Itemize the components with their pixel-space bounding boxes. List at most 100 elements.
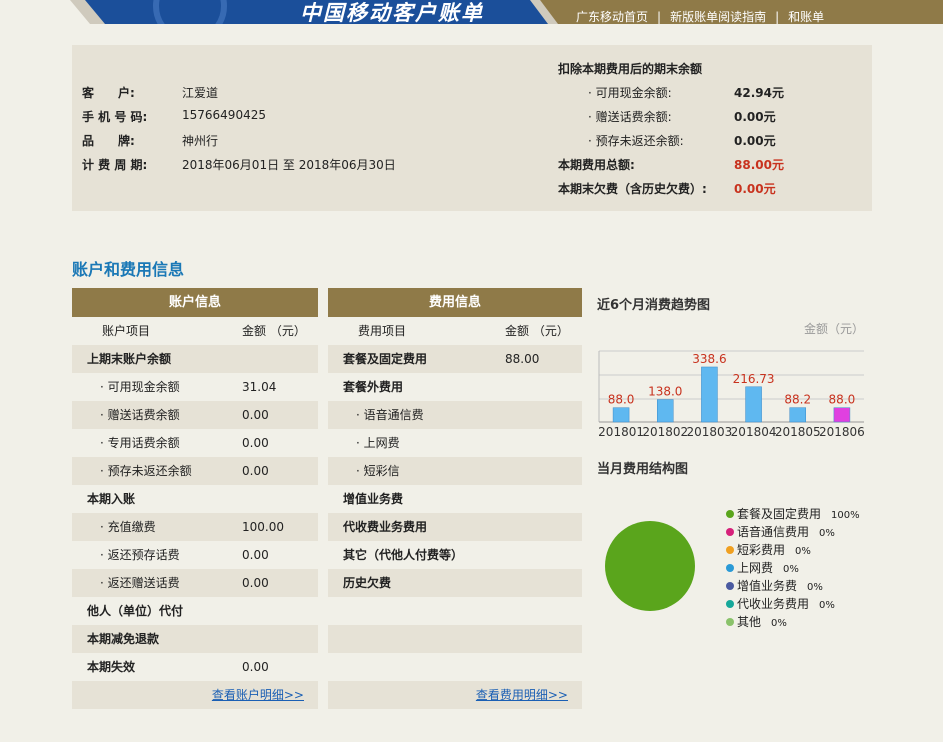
table-row: 其它（代他人付费等） bbox=[328, 541, 582, 569]
bar bbox=[701, 366, 718, 423]
bar bbox=[789, 407, 806, 423]
fee-table: 费用信息 费用项目 金额 （元） 套餐及固定费用 88.00 套餐外费用 · 语音通信… bbox=[328, 288, 582, 709]
row-value: 100.00 bbox=[242, 520, 284, 534]
table-row: 上期末账户余额 bbox=[72, 345, 318, 373]
legend-item: 增值业务费 0% bbox=[726, 577, 860, 595]
x-tick-label: 201802 bbox=[642, 425, 688, 439]
table-row bbox=[328, 653, 582, 681]
legend-percent: 100% bbox=[831, 510, 860, 521]
row-label: · 可用现金余额 bbox=[100, 380, 180, 394]
table-row: 他人（单位）代付 bbox=[72, 597, 318, 625]
hebill-link[interactable]: 和账单 bbox=[788, 10, 824, 24]
legend-percent: 0% bbox=[819, 600, 835, 611]
total-fee-label: 本期费用总额: bbox=[558, 158, 635, 172]
legend-label: 短彩费用 bbox=[737, 543, 786, 557]
table-row: · 语音通信费 bbox=[328, 401, 582, 429]
pie-slice bbox=[605, 521, 695, 611]
summary-panel: 客 户: 江爱道 手 机 号 码: 15766490425 品 牌: 神州行 计… bbox=[72, 45, 872, 211]
row-label: 本期失效 bbox=[87, 660, 136, 674]
bar-value-label: 338.6 bbox=[692, 352, 726, 366]
section-title: 账户和费用信息 bbox=[72, 260, 185, 279]
legend-item: 上网费 0% bbox=[726, 559, 860, 577]
row-value: 0.00 bbox=[242, 576, 269, 590]
row-label: 增值业务费 bbox=[343, 492, 404, 506]
phone-value: 15766490425 bbox=[182, 108, 266, 122]
customer-value: 江爱道 bbox=[182, 86, 219, 100]
table-row: · 返还赠送话费 0.00 bbox=[72, 569, 318, 597]
owed-value: 0.00元 bbox=[734, 182, 776, 196]
bar bbox=[657, 399, 674, 423]
gift-balance-value: 0.00元 bbox=[734, 110, 776, 124]
row-label: · 上网费 bbox=[356, 436, 400, 450]
table-row: · 可用现金余额 31.04 bbox=[72, 373, 318, 401]
row-label: 本期入账 bbox=[87, 492, 136, 506]
row-label: 上期末账户余额 bbox=[87, 352, 172, 366]
table-row: 本期失效 0.00 bbox=[72, 653, 318, 681]
legend-percent: 0% bbox=[783, 564, 799, 575]
bar-value-label: 138.0 bbox=[648, 385, 682, 399]
legend-percent: 0% bbox=[795, 546, 811, 557]
x-tick-label: 201805 bbox=[775, 425, 821, 439]
table-row bbox=[328, 625, 582, 653]
bar bbox=[833, 407, 851, 423]
bar bbox=[612, 407, 630, 423]
legend-percent: 0% bbox=[807, 582, 823, 593]
table-row: 本期减免退款 bbox=[72, 625, 318, 653]
total-fee-value: 88.00元 bbox=[734, 158, 784, 172]
table-row: · 短彩信 bbox=[328, 457, 582, 485]
guide-link[interactable]: 新版账单阅读指南 bbox=[670, 10, 766, 24]
prepaid-balance-label: · 预存未返还余额: bbox=[588, 134, 684, 148]
row-label: 历史欠费 bbox=[343, 576, 392, 590]
table-row: 本期入账 bbox=[72, 485, 318, 513]
row-label: · 语音通信费 bbox=[356, 408, 424, 422]
legend-percent: 0% bbox=[819, 528, 835, 539]
fee-detail-link[interactable]: 查看费用明细>> bbox=[476, 681, 568, 709]
row-label: · 赠送话费余额 bbox=[100, 408, 180, 422]
period-label: 计 费 周 期: bbox=[82, 158, 148, 172]
legend-label: 代收业务费用 bbox=[737, 597, 810, 611]
table-row: 增值业务费 bbox=[328, 485, 582, 513]
column-item: 费用项目 bbox=[358, 324, 407, 338]
separator: | bbox=[657, 10, 662, 24]
gift-balance-label: · 赠送话费余额: bbox=[588, 110, 672, 124]
legend-label: 套餐及固定费用 bbox=[737, 507, 822, 521]
prepaid-balance-value: 0.00元 bbox=[734, 134, 776, 148]
account-table-header: 账户信息 bbox=[72, 288, 318, 317]
balance-heading: 扣除本期费用后的期末余额 bbox=[558, 62, 703, 76]
row-value: 88.00 bbox=[505, 352, 540, 366]
pie-legend: 套餐及固定费用 100% 语音通信费用 0% 短彩费用 0% 上网费 0% 增值业务费 0% 代收业… bbox=[726, 505, 860, 631]
table-row: · 赠送话费余额 0.00 bbox=[72, 401, 318, 429]
bar bbox=[745, 386, 762, 423]
customer-label: 客 户: bbox=[82, 86, 135, 100]
home-link[interactable]: 广东移动首页 bbox=[576, 10, 648, 24]
brand-value: 神州行 bbox=[182, 134, 219, 148]
row-value: 0.00 bbox=[242, 548, 269, 562]
row-label: · 返还预存话费 bbox=[100, 548, 180, 562]
legend-item: 套餐及固定费用 100% bbox=[726, 505, 860, 523]
legend-dot-icon bbox=[726, 509, 734, 518]
x-tick-label: 201804 bbox=[731, 425, 777, 439]
row-label: · 充值缴费 bbox=[100, 520, 156, 534]
pie-chart bbox=[605, 521, 695, 611]
fee-table-header: 费用信息 bbox=[328, 288, 582, 317]
legend-item: 代收业务费用 0% bbox=[726, 595, 860, 613]
x-tick-label: 201803 bbox=[687, 425, 733, 439]
row-label: · 短彩信 bbox=[356, 464, 400, 478]
bar-value-label: 216.73 bbox=[733, 372, 775, 386]
legend-label: 语音通信费用 bbox=[737, 525, 810, 539]
separator: | bbox=[775, 10, 780, 24]
table-row: 套餐及固定费用 88.00 bbox=[328, 345, 582, 373]
row-label: · 预存未返还余额 bbox=[100, 464, 192, 478]
account-detail-link[interactable]: 查看账户明细>> bbox=[212, 681, 304, 709]
cash-balance-label: · 可用现金余额: bbox=[588, 86, 672, 100]
bill-title: 中国移动客户账单 bbox=[300, 1, 484, 25]
table-row: · 专用话费余额 0.00 bbox=[72, 429, 318, 457]
brand-label: 品 牌: bbox=[82, 134, 135, 148]
fee-table-columns: 费用项目 金额 （元） bbox=[328, 317, 582, 345]
top-links: 广东移动首页 | 新版账单阅读指南 | 和账单 bbox=[576, 8, 824, 25]
table-row: · 充值缴费 100.00 bbox=[72, 513, 318, 541]
row-value: 0.00 bbox=[242, 436, 269, 450]
row-label: 代收费业务费用 bbox=[343, 520, 428, 534]
row-label: 本期减免退款 bbox=[87, 632, 160, 646]
column-amount: 金额 （元） bbox=[242, 324, 306, 338]
